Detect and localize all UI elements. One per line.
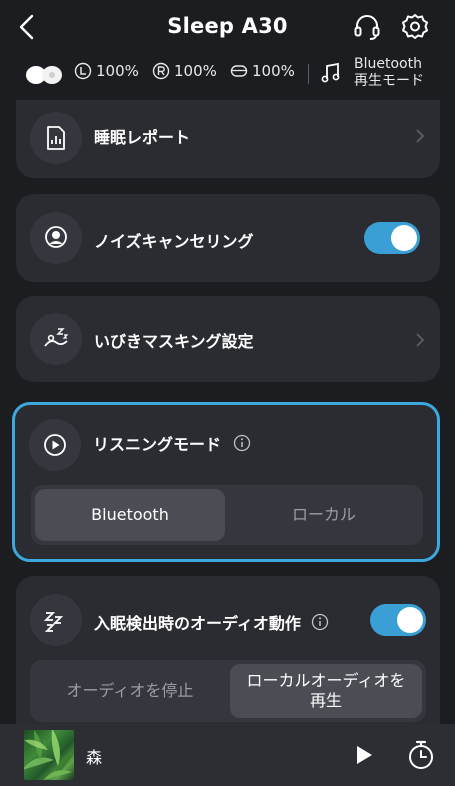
noise-cancel-toggle[interactable] (364, 222, 420, 254)
sleep-detect-icon-wrap (30, 594, 82, 646)
sleep-detect-label: 入眠検出時のオーディオ動作 (94, 614, 301, 633)
gear-icon[interactable] (400, 12, 430, 42)
case-battery: 100% (230, 62, 295, 80)
listening-option-local[interactable]: ローカル (229, 489, 419, 541)
left-battery-value: 100% (96, 62, 139, 80)
play-circle-icon (44, 434, 66, 456)
device-status-row: 100% 100% 100% Bluetooth 再生モード (0, 56, 455, 96)
playback-mode-indicator[interactable]: Bluetooth 再生モード (320, 56, 424, 90)
listening-mode-segmented: Bluetooth ローカル (31, 485, 423, 545)
sleep-report-icon-wrap (30, 112, 82, 164)
sleep-detect-segmented: オーディオを停止 ローカルオーディオを 再生 (30, 660, 426, 722)
listening-option-bluetooth[interactable]: Bluetooth (35, 489, 225, 541)
track-artwork (24, 730, 74, 780)
noise-cancel-icon (45, 226, 67, 248)
music-note-icon (321, 62, 340, 83)
chevron-right-icon (416, 129, 425, 143)
right-battery-value: 100% (174, 62, 217, 80)
page-title: Sleep A30 (167, 14, 288, 38)
snore-icon (44, 328, 69, 347)
noise-cancel-card: ノイズキャンセリング (16, 194, 440, 282)
charging-case-icon (230, 65, 248, 77)
zzz-icon (43, 612, 64, 632)
listening-mode-label: リスニングモード (93, 435, 222, 454)
case-battery-value: 100% (252, 62, 295, 80)
snore-masking-label: いびきマスキング設定 (94, 332, 254, 351)
listening-mode-card: リスニングモード Bluetooth ローカル (12, 402, 440, 562)
earbuds-icon (26, 66, 62, 84)
left-earbud-icon (74, 62, 92, 80)
mode-line1: Bluetooth (354, 56, 422, 72)
sleep-detect-header: 入眠検出時のオーディオ動作 (94, 610, 329, 634)
right-earbud-icon (152, 62, 170, 80)
sleep-option-play-local[interactable]: ローカルオーディオを 再生 (230, 664, 422, 718)
snore-masking-icon-wrap (30, 313, 82, 365)
play-icon[interactable] (352, 742, 376, 768)
mini-player[interactable]: 森 (0, 724, 455, 786)
noise-cancel-icon-wrap (30, 212, 82, 264)
sleep-report-card[interactable]: 睡眠レポート (16, 100, 440, 178)
track-title: 森 (86, 748, 103, 767)
app-screen: Sleep A30 100% 100% 100% Bluetooth 再生モード… (0, 0, 455, 786)
info-icon[interactable] (311, 613, 329, 631)
sleep-option-play-line1: ローカルオーディオを (246, 671, 406, 690)
snore-masking-card[interactable]: いびきマスキング設定 (16, 296, 440, 382)
noise-cancel-label: ノイズキャンセリング (94, 232, 254, 251)
header: Sleep A30 (0, 0, 455, 60)
info-icon[interactable] (233, 434, 251, 452)
listening-mode-header: リスニングモード (93, 431, 251, 455)
settings-list: 睡眠レポート ノイズキャンセリング いびきマスキング設定 リスニングモード Bl… (0, 100, 455, 726)
sleep-detect-toggle[interactable] (370, 604, 426, 636)
mode-line2: 再生モード (354, 73, 424, 89)
sleep-detect-card: 入眠検出時のオーディオ動作 オーディオを停止 ローカルオーディオを 再生 (16, 576, 440, 726)
headset-icon[interactable] (352, 12, 382, 42)
status-divider (308, 64, 309, 84)
toggle-knob (391, 225, 417, 251)
chevron-right-icon (416, 333, 425, 347)
sleep-option-stop[interactable]: オーディオを停止 (34, 664, 226, 718)
toggle-knob (397, 607, 423, 633)
right-battery: 100% (152, 62, 217, 80)
report-icon (47, 126, 65, 150)
sleep-report-label: 睡眠レポート (94, 128, 191, 147)
timer-icon[interactable] (406, 739, 436, 771)
sleep-option-play-line2: 再生 (309, 691, 342, 710)
forest-leaves-image (24, 730, 74, 780)
left-battery: 100% (74, 62, 139, 80)
listening-mode-icon-wrap (29, 419, 81, 471)
